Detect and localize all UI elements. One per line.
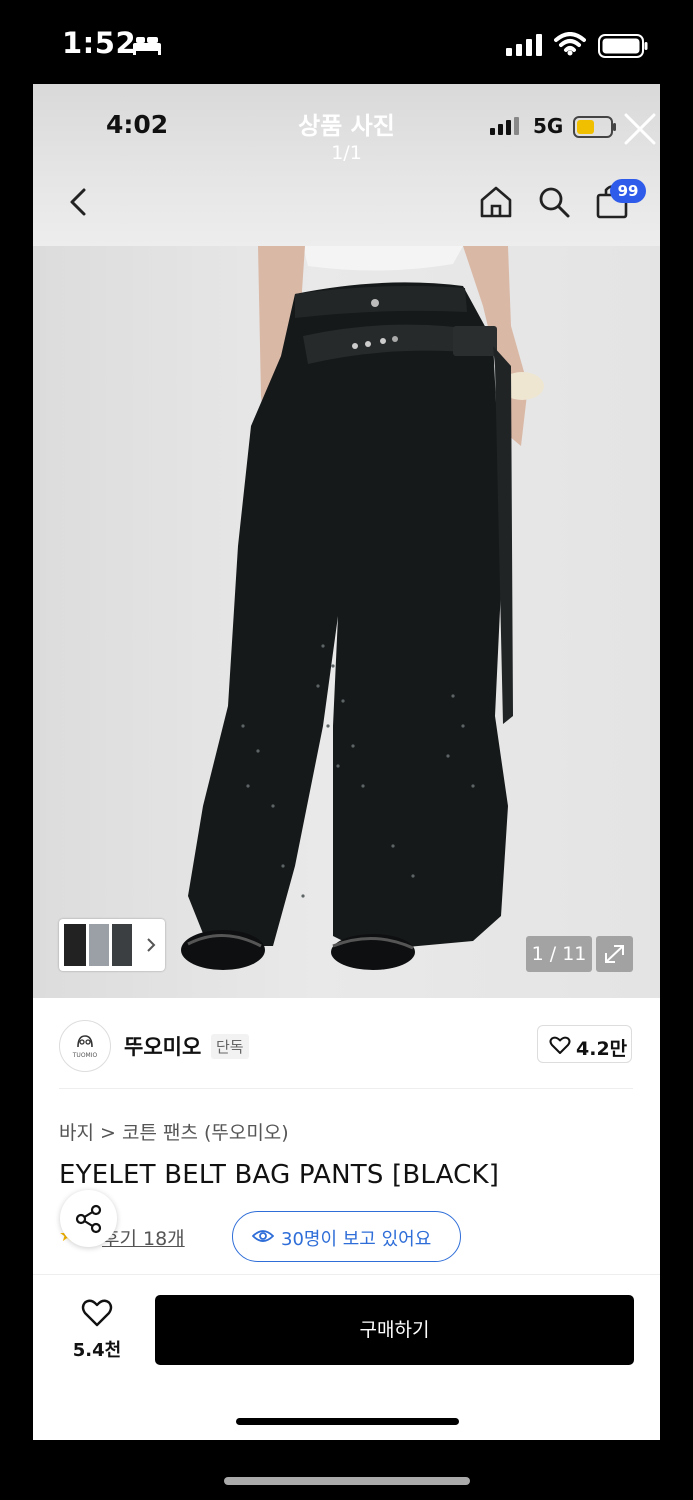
- thumbnail-2[interactable]: [89, 924, 109, 966]
- cart-count-badge: 99: [610, 179, 646, 203]
- wishlist-count: 5.4천: [72, 1340, 122, 1361]
- thumbnail-1[interactable]: [64, 924, 86, 966]
- viewer-photo-count: 1/1: [331, 142, 362, 164]
- brand-logo-text: TUOMIO: [72, 1052, 98, 1059]
- thumbnail-3[interactable]: [112, 924, 132, 966]
- heart-icon: [549, 1036, 571, 1054]
- outer-status-bar: 1:52: [0, 0, 693, 84]
- cellular-signal-icon: [506, 34, 542, 56]
- inner-signal-icon: [490, 117, 519, 135]
- image-page-indicator: 1 / 11: [526, 936, 592, 972]
- wishlist-heart-icon[interactable]: [81, 1298, 113, 1328]
- divider: [33, 1274, 660, 1275]
- brand-like-button[interactable]: 4.2만: [537, 1025, 632, 1063]
- app-screenshot: 4:02 상품 사진 1/1 5G 99 1 / 11 TUOMIO 뚜오미오 …: [33, 84, 660, 1440]
- brand-like-count: 4.2만: [576, 1038, 628, 1060]
- share-icon: [75, 1204, 102, 1234]
- photo-viewer-header: 4:02 상품 사진 1/1 5G 99: [33, 84, 660, 246]
- inner-home-indicator: [236, 1418, 459, 1425]
- divider: [59, 1088, 633, 1089]
- pants-illustration: [181, 246, 544, 970]
- product-title: EYELET BELT BAG PANTS [BLACK]: [59, 1160, 500, 1190]
- search-icon[interactable]: [536, 184, 572, 220]
- share-button[interactable]: [60, 1190, 117, 1247]
- brand-logo[interactable]: TUOMIO: [59, 1020, 111, 1072]
- back-arrow-icon[interactable]: [67, 187, 91, 217]
- viewer-title: 상품 사진: [298, 112, 395, 140]
- home-indicator[interactable]: [224, 1477, 470, 1485]
- brand-name[interactable]: 뚜오미오: [124, 1031, 201, 1061]
- close-viewer-icon[interactable]: [623, 112, 657, 146]
- inner-battery-icon: [573, 116, 616, 138]
- live-viewers-pill: 30명이 보고 있어요: [232, 1211, 461, 1262]
- expand-icon[interactable]: [596, 936, 633, 972]
- wifi-icon: [554, 32, 586, 56]
- eye-icon: [252, 1230, 274, 1242]
- product-photo[interactable]: 1 / 11: [33, 246, 660, 998]
- brand-logo-mark-icon: [77, 1035, 93, 1048]
- chevron-right-icon[interactable]: [145, 937, 157, 953]
- category-breadcrumb[interactable]: 바지 > 코튼 팬츠 (뚜오미오): [59, 1118, 289, 1145]
- live-viewers-text: 30명이 보고 있어요: [281, 1229, 432, 1250]
- battery-icon: [598, 34, 648, 58]
- exclusive-badge: 단독: [211, 1034, 249, 1059]
- network-type: 5G: [533, 114, 564, 138]
- sleep-mode-icon: [133, 37, 161, 55]
- thumbnail-strip[interactable]: [59, 919, 165, 971]
- outer-clock: 1:52: [62, 26, 137, 60]
- buy-button[interactable]: 구매하기: [155, 1295, 634, 1365]
- home-icon[interactable]: [478, 184, 514, 220]
